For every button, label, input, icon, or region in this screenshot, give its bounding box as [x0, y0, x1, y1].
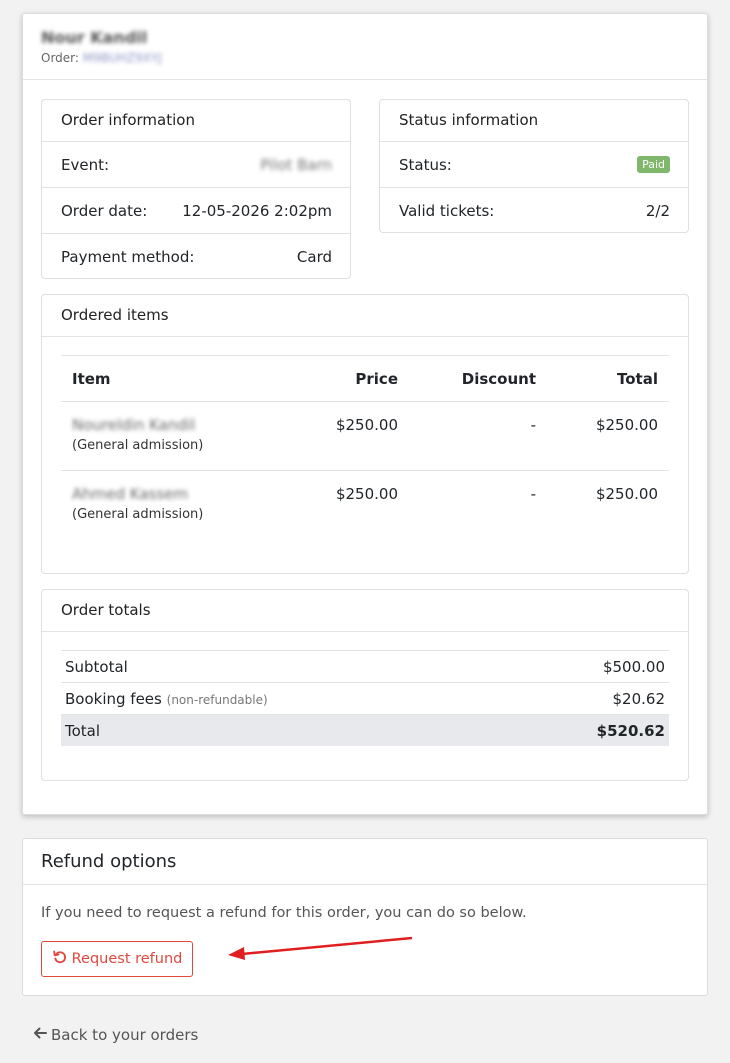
price-cell: $250.00: [335, 416, 398, 434]
ticket-type: (General admission): [72, 507, 204, 522]
request-refund-label: Request refund: [71, 951, 183, 967]
annotation-arrow: [228, 936, 413, 960]
status-information-panel: Status information Status: Paid Valid ti…: [379, 99, 689, 233]
valid-tickets-label: Valid tickets:: [399, 202, 495, 220]
request-refund-button[interactable]: Request refund: [41, 941, 193, 977]
valid-tickets-value: 2/2: [645, 202, 670, 220]
status-label: Status:: [399, 155, 452, 174]
discount-cell: -: [530, 416, 536, 434]
status-row: Status: Paid: [380, 142, 688, 188]
customer-name: Nour Kandil: [41, 28, 148, 47]
order-information-panel: Order information Event: Pilot Barn Orde…: [41, 99, 351, 279]
order-information-title: Order information: [42, 100, 350, 142]
total-value: $520.62: [596, 721, 665, 740]
order-label: Order:: [41, 51, 79, 65]
refund-description: If you need to request a refund for this…: [41, 905, 527, 921]
order-totals-title: Order totals: [42, 590, 688, 632]
payment-method-label: Payment method:: [61, 248, 195, 266]
back-to-orders-link[interactable]: Back to your orders: [33, 1026, 198, 1044]
item-cell: Noureldin Kandil (General admission): [61, 402, 291, 471]
table-row: Noureldin Kandil (General admission) $25…: [61, 402, 669, 471]
refund-options-title: Refund options: [23, 839, 707, 885]
order-date-row: Order date: 12-05-2026 2:02pm: [42, 188, 350, 234]
subtotal-row: Subtotal $500.00: [61, 650, 669, 682]
items-header-row: Item Price Discount Total: [61, 355, 669, 402]
booking-fees-label: Booking fees: [65, 689, 162, 708]
status-information-title: Status information: [380, 100, 688, 142]
payment-method-value: Card: [296, 248, 332, 266]
booking-fees-label-group: Booking fees (non-refundable): [65, 690, 268, 708]
order-date-label: Order date:: [61, 201, 148, 220]
order-date-value: 12-05-2026 2:02pm: [182, 201, 332, 220]
booking-fees-value: $20.62: [612, 689, 666, 708]
total-cell: $250.00: [595, 416, 658, 434]
attendee-name: Ahmed Kassem: [72, 485, 189, 503]
valid-tickets-row: Valid tickets: 2/2: [380, 188, 688, 234]
booking-fees-row: Booking fees (non-refundable) $20.62: [61, 682, 669, 714]
total-label: Total: [65, 721, 101, 740]
booking-fees-note: (non-refundable): [166, 692, 268, 707]
ticket-type: (General admission): [72, 438, 204, 453]
payment-method-row: Payment method: Card: [42, 234, 350, 280]
table-row: Ahmed Kassem (General admission) $250.00…: [61, 470, 669, 540]
item-cell: Ahmed Kassem (General admission): [61, 470, 291, 540]
ordered-items-panel: Ordered items Item Price Discount Total …: [41, 294, 689, 574]
column-header-item: Item: [61, 355, 291, 402]
refund-options-card: Refund options If you need to request a …: [22, 838, 708, 996]
subtotal-label: Subtotal: [65, 657, 128, 676]
attendee-name: Noureldin Kandil: [72, 416, 196, 434]
order-number: M9BUHZ9XYJ: [82, 51, 162, 65]
column-header-total: Total: [536, 355, 669, 402]
price-cell: $250.00: [291, 470, 398, 540]
ordered-items-title: Ordered items: [42, 295, 688, 337]
total-cell: $250.00: [536, 470, 669, 540]
totals-list: Subtotal $500.00 Booking fees (non-refun…: [61, 650, 669, 746]
order-card: Nour Kandil Order: M9BUHZ9XYJ Order info…: [22, 13, 708, 815]
undo-icon: [52, 949, 68, 969]
subtotal-value: $500.00: [602, 657, 665, 676]
order-header: Nour Kandil Order: M9BUHZ9XYJ: [23, 14, 707, 80]
status-badge: Paid: [637, 156, 670, 173]
event-row: Event: Pilot Barn: [42, 142, 350, 188]
column-header-price: Price: [291, 355, 398, 402]
column-header-discount: Discount: [398, 355, 536, 402]
discount-cell: -: [398, 470, 536, 540]
items-table: Item Price Discount Total Noureldin Kand…: [61, 355, 669, 540]
event-value: Pilot Barn: [260, 155, 332, 174]
event-label: Event:: [61, 155, 110, 174]
arrow-left-icon: [33, 1026, 47, 1044]
order-reference: Order: M9BUHZ9XYJ: [41, 51, 689, 66]
total-row: Total $520.62: [61, 714, 669, 746]
order-totals-panel: Order totals Subtotal $500.00 Booking fe…: [41, 589, 689, 781]
back-to-orders-label: Back to your orders: [51, 1026, 199, 1044]
